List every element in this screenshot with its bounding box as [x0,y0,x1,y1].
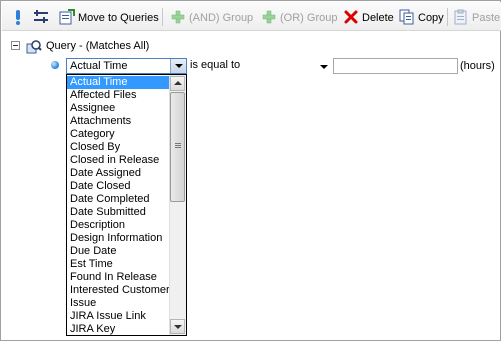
plus-icon [171,10,185,24]
field-option[interactable]: Attachments [67,115,170,128]
and-group-button[interactable]: (AND) Group [170,8,256,26]
field-option[interactable]: Affected Files [67,89,170,102]
dropdown-scrollbar[interactable] [169,75,186,335]
field-option[interactable]: Found In Release [67,271,170,284]
field-option[interactable]: JIRA Issue Link [67,310,170,323]
operator-select[interactable]: is equal to [188,58,333,74]
delete-button[interactable]: Delete [343,8,395,26]
or-group-label: (OR) Group [280,12,338,24]
collapse-toggle[interactable] [11,41,20,50]
field-option[interactable]: Interested Customer [67,284,170,297]
field-option[interactable]: Date Assigned [67,167,170,180]
units-label: (hours) [460,60,495,72]
move-to-queries-button[interactable]: Move to Queries [59,8,159,26]
exclamation-button[interactable] [10,8,26,26]
field-options: Actual Time Affected Files Assignee Attachm… [67,76,170,335]
field-option[interactable]: Issue [67,297,170,310]
field-dropdown-list[interactable]: Actual Time Affected Files Assignee Attachm… [66,74,187,336]
field-option[interactable]: Assignee [67,102,170,115]
exclamation-icon [16,10,20,25]
field-option[interactable]: Est Time [67,258,170,271]
copy-icon [399,9,414,25]
condition-bullet-icon [51,61,59,69]
scroll-down-button[interactable] [170,319,185,334]
field-option[interactable]: JIRA Key [67,323,170,335]
field-option[interactable]: Date Completed [67,193,170,206]
field-option[interactable]: Actual Time [67,76,170,89]
red-x-icon [344,10,358,24]
scroll-thumb[interactable] [170,92,185,202]
filter-icon [34,10,48,23]
toolbar-separator [447,8,448,26]
query-builder-window: Move to Queries (AND) Group (OR) Group D… [0,0,501,341]
chevron-down-icon[interactable] [320,65,328,69]
or-group-button[interactable]: (OR) Group [261,8,339,26]
paste-icon [454,9,467,25]
field-option[interactable]: Date Submitted [67,206,170,219]
query-root-label[interactable]: Query - (Matches All) [46,40,149,52]
field-option[interactable]: Due Date [67,245,170,258]
and-group-label: (AND) Group [189,12,254,24]
field-option[interactable]: Design Information [67,232,170,245]
field-option[interactable]: Description [67,219,170,232]
copy-button[interactable]: Copy [399,8,445,26]
query-icon [26,40,42,54]
move-to-queries-label: Move to Queries [78,12,159,24]
paste-label: Paste [472,12,501,24]
filter-button[interactable] [33,8,51,26]
field-select-value: Actual Time [70,60,128,72]
chevron-down-icon [175,64,183,68]
toolbar: Move to Queries (AND) Group (OR) Group D… [2,2,501,31]
value-input[interactable] [333,58,458,74]
field-dropdown-button[interactable] [170,59,186,73]
grip-icon [175,143,181,144]
field-select[interactable]: Actual Time [66,58,187,74]
toolbar-separator [162,8,163,26]
paste-button[interactable]: Paste [453,8,501,26]
move-to-queries-icon [59,9,75,25]
delete-label: Delete [362,12,394,24]
scroll-up-button[interactable] [170,76,185,91]
field-option[interactable]: Date Closed [67,180,170,193]
plus-icon [262,10,276,24]
field-option[interactable]: Closed By [67,141,170,154]
copy-label: Copy [418,12,444,24]
operator-select-value: is equal to [190,59,241,71]
field-option[interactable]: Closed in Release [67,154,170,167]
field-option[interactable]: Category [67,128,170,141]
